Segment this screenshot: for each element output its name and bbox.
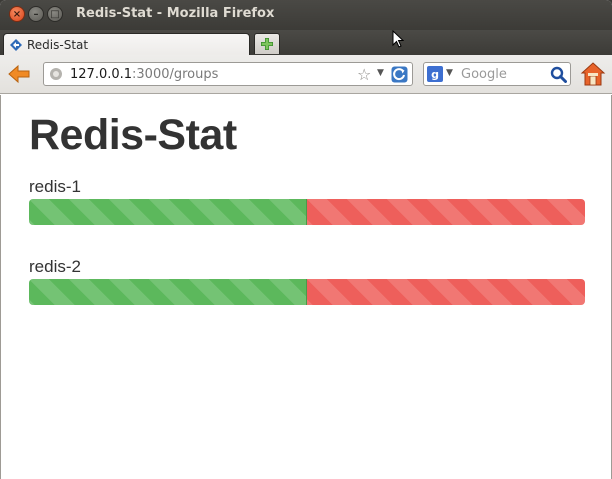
google-icon[interactable]: g (427, 66, 443, 82)
browser-window: × – □ Redis-Stat - Mozilla Firefox Redis… (0, 0, 612, 479)
group-redis-1: redis-1 (29, 177, 585, 225)
bookmark-star-icon[interactable]: ☆ (357, 65, 371, 84)
search-input[interactable] (461, 66, 547, 83)
minimize-icon: – (33, 8, 39, 20)
group-redis-2: redis-2 (29, 257, 585, 305)
page-title: Redis-Stat (29, 111, 237, 159)
tab-redis-stat[interactable]: Redis-Stat (3, 33, 250, 56)
window-title: Redis-Stat - Mozilla Firefox (76, 6, 275, 21)
back-arrow-icon (8, 64, 30, 84)
progress-bar (29, 279, 585, 305)
window-titlebar[interactable]: × – □ Redis-Stat - Mozilla Firefox (0, 0, 612, 30)
search-engine-dropdown-icon[interactable]: ▼ (446, 68, 453, 78)
group-label: redis-1 (29, 177, 81, 196)
close-window-button[interactable]: × (9, 6, 25, 22)
maximize-icon: □ (50, 8, 60, 20)
back-button[interactable] (6, 63, 32, 85)
url-host: 127.0.0.1 (70, 67, 133, 82)
redis-stat-favicon-icon (10, 39, 22, 51)
plus-icon (261, 38, 273, 50)
url-history-dropdown-icon[interactable]: ▼ (377, 68, 384, 78)
page-viewport: Redis-Stat redis-1 redis-2 (0, 95, 612, 479)
url-text[interactable]: 127.0.0.1:3000/groups (70, 67, 218, 82)
globe-icon (50, 68, 62, 80)
home-icon[interactable] (580, 61, 606, 87)
tab-strip: Redis-Stat (0, 30, 612, 56)
mouse-cursor-icon (392, 30, 404, 48)
progress-fail-segment (307, 199, 585, 225)
search-icon[interactable] (550, 66, 567, 83)
navigation-toolbar: 127.0.0.1:3000/groups ☆ ▼ g ▼ (0, 55, 612, 94)
maximize-window-button[interactable]: □ (47, 6, 63, 22)
url-bar[interactable]: 127.0.0.1:3000/groups ☆ ▼ (43, 62, 413, 86)
reload-icon[interactable] (391, 66, 408, 83)
progress-bar (29, 199, 585, 225)
close-icon: × (12, 8, 22, 20)
url-path: :3000/groups (132, 67, 219, 82)
progress-fail-segment (307, 279, 585, 305)
group-label: redis-2 (29, 257, 81, 276)
new-tab-button[interactable] (254, 33, 280, 54)
tab-label: Redis-Stat (27, 38, 89, 52)
progress-ok-segment (29, 199, 307, 225)
search-bar[interactable]: g ▼ (423, 62, 571, 86)
progress-ok-segment (29, 279, 307, 305)
minimize-window-button[interactable]: – (28, 6, 44, 22)
